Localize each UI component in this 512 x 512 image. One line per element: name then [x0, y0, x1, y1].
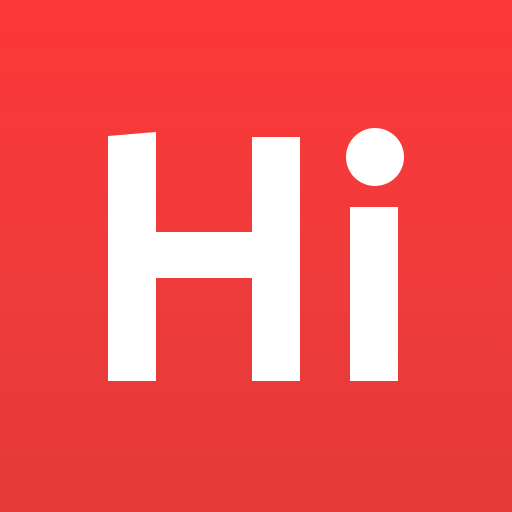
letter-i	[346, 128, 404, 381]
letter-h	[108, 132, 300, 381]
letter-h-crossbar	[156, 232, 252, 278]
letter-h-left-stem	[108, 132, 156, 381]
letter-h-right-stem	[252, 137, 300, 381]
hi-logo	[108, 128, 404, 381]
letter-i-stem	[350, 207, 398, 381]
letter-i-dot	[346, 128, 404, 186]
app-icon	[0, 0, 512, 512]
